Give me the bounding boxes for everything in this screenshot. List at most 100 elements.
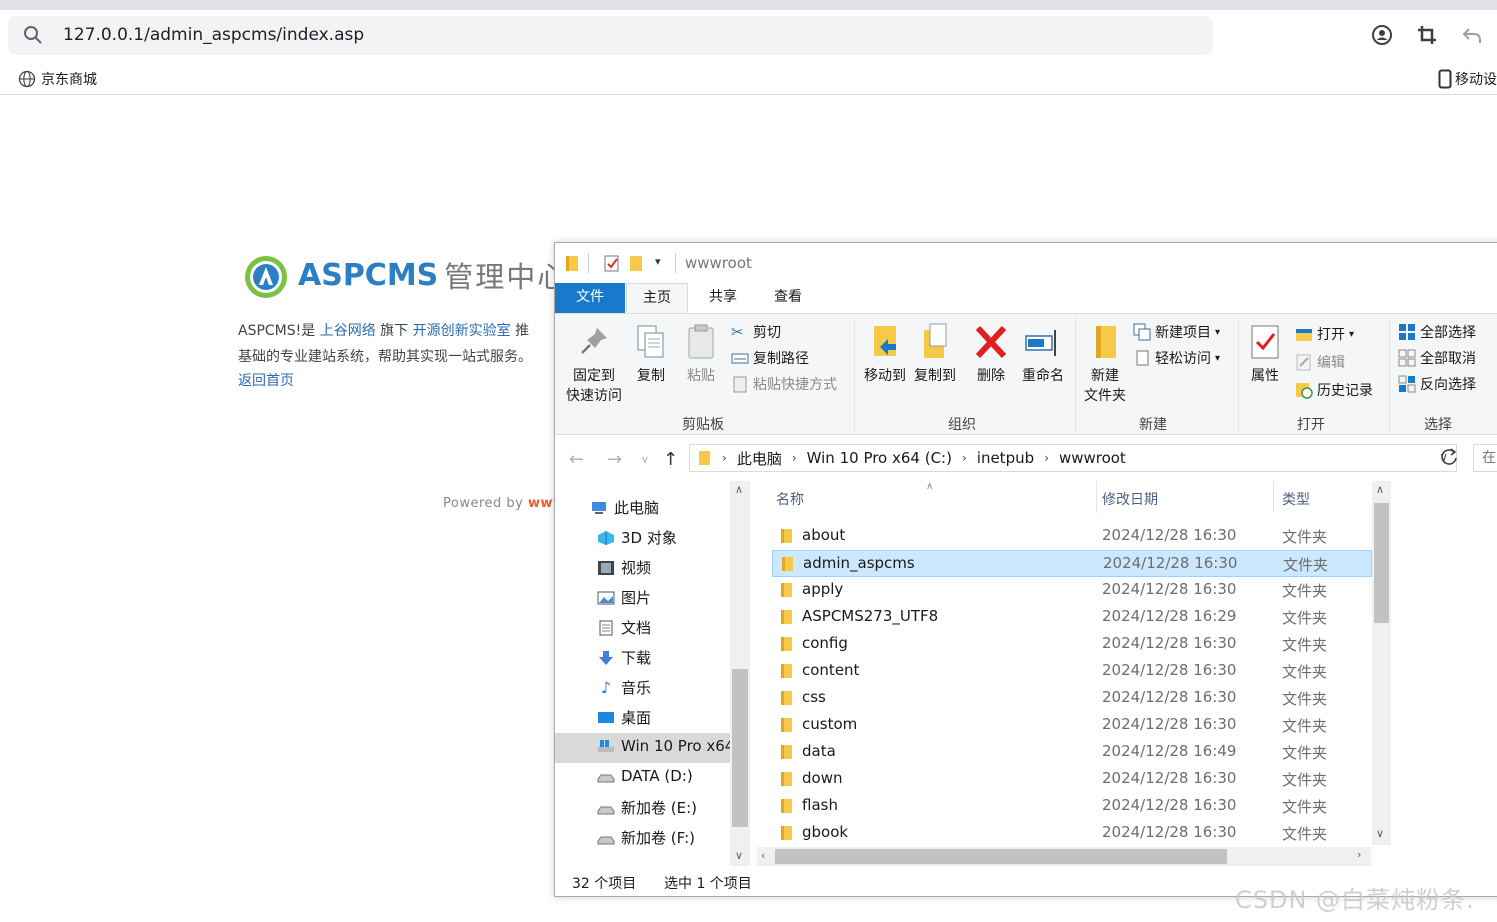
open-button[interactable]: 打开 ▾ [1295,324,1354,344]
copy-button[interactable]: 复制 [631,322,671,386]
refresh-icon[interactable] [1438,446,1460,468]
properties-quick-icon[interactable] [603,253,621,273]
nav-item-drive-e[interactable]: 新加卷 (E:) [597,797,697,818]
file-list-hscrollbar[interactable]: ‹ › [757,847,1371,866]
bookmark-jd[interactable]: 京东商城 [18,69,97,89]
mobile-bookmarks[interactable]: 移动设 [1438,69,1497,89]
folder-icon [781,826,792,840]
scissors-icon: ✂ [731,323,744,341]
easy-access-button[interactable]: 轻松访问 ▾ [1133,348,1220,368]
file-date: 2024/12/28 16:30 [1102,796,1237,814]
file-row[interactable]: data 2024/12/28 16:49 文件夹 [772,739,1372,766]
new-item-label: 新建项目 [1155,325,1211,341]
file-row[interactable]: config 2024/12/28 16:30 文件夹 [772,631,1372,658]
history-button[interactable]: 历史记录 [1295,380,1373,400]
intro-link-company[interactable]: 上谷网络 [320,323,376,339]
quick-access-dropdown-icon[interactable]: ▾ [655,255,661,268]
intro-link-lab[interactable]: 开源创新实验室 [413,323,511,339]
file-row[interactable]: ASPCMS273_UTF8 2024/12/28 16:29 文件夹 [772,604,1372,631]
url-text[interactable]: 127.0.0.1/admin_aspcms/index.asp [63,25,364,45]
recent-dropdown-icon[interactable]: ∨ [641,453,649,466]
nav-item-drive-c[interactable]: Win 10 Pro x64 [597,737,734,755]
nav-item-pictures[interactable]: 图片 [597,587,651,608]
file-type: 文件夹 [1282,717,1328,735]
nav-item-3d-objects[interactable]: 3D 对象 [597,527,677,548]
drive-icon [597,774,615,783]
nav-item-video[interactable]: 视频 [597,557,651,578]
pin-quick-access-button[interactable]: 固定到 快速访问 [563,322,625,406]
scroll-down-icon[interactable]: ∨ [1376,827,1384,840]
undo-icon[interactable] [1461,24,1483,46]
nav-item-music[interactable]: ♪ 音乐 [597,677,651,698]
scroll-down-icon[interactable]: ∨ [735,849,743,862]
column-header-type[interactable]: 类型 [1282,489,1310,509]
column-header-name[interactable]: 名称 [776,489,804,509]
column-header-date[interactable]: 修改日期 [1102,489,1158,509]
copy-path-button[interactable]: 复制路径 [731,348,809,368]
tab-file[interactable]: 文件 [555,283,625,313]
scrollbar-thumb[interactable] [1374,503,1389,623]
breadcrumb-this-pc[interactable]: 此电脑 [737,448,782,469]
new-folder-button[interactable]: 新建 文件夹 [1079,322,1131,406]
scroll-left-icon[interactable]: ‹ [761,849,765,862]
scrollbar-thumb[interactable] [775,849,1227,864]
select-all-button[interactable]: 全部选择 [1398,322,1476,342]
breadcrumb-inetpub[interactable]: inetpub [977,449,1034,467]
nav-item-desktop[interactable]: 桌面 [597,707,651,728]
edit-button[interactable]: 编辑 [1295,352,1345,372]
back-icon[interactable]: ← [569,449,584,470]
paste-label: 粘贴 [687,368,715,384]
properties-button[interactable]: 属性 [1245,322,1285,386]
nav-item-drive-d[interactable]: DATA (D:) [597,767,693,785]
crop-icon[interactable] [1416,24,1438,46]
scroll-right-icon[interactable]: › [1357,848,1361,861]
breadcrumb-drive-c[interactable]: Win 10 Pro x64 (C:) [807,449,952,467]
nav-item-downloads[interactable]: 下载 [597,647,651,668]
tab-share[interactable]: 共享 [693,283,753,313]
rename-button[interactable]: 重命名 [1018,322,1068,386]
invert-selection-button[interactable]: 反向选择 [1398,374,1476,394]
file-row[interactable]: apply 2024/12/28 16:30 文件夹 [772,577,1372,604]
file-row[interactable]: css 2024/12/28 16:30 文件夹 [772,685,1372,712]
tab-view[interactable]: 查看 [758,283,818,313]
file-row[interactable]: gbook 2024/12/28 16:30 文件夹 [772,820,1372,847]
selected-count: 选中 1 个项目 [664,876,752,892]
search-box[interactable]: 在 [1473,444,1497,472]
breadcrumb-wwwroot[interactable]: wwwroot [1059,449,1126,467]
file-row[interactable]: flash 2024/12/28 16:30 文件夹 [772,793,1372,820]
file-row[interactable]: content 2024/12/28 16:30 文件夹 [772,658,1372,685]
paste-shortcut-button[interactable]: 粘贴快捷方式 [731,374,837,394]
paste-button[interactable]: 粘贴 [681,322,721,386]
open-group-label: 打开 [1297,417,1325,433]
file-list-scrollbar[interactable]: ∧ ∨ [1372,481,1391,845]
column-separator[interactable] [1273,481,1274,513]
column-separator[interactable] [1096,481,1097,513]
delete-button[interactable]: 删除 [971,322,1011,386]
account-icon[interactable] [1371,24,1393,46]
nav-label: 下载 [621,649,652,667]
move-to-button[interactable]: 移动到 [858,322,912,386]
up-icon[interactable]: ↑ [663,449,678,470]
new-folder-quick-icon[interactable] [629,253,645,273]
scrollbar-thumb[interactable] [732,669,748,827]
nav-item-drive-f[interactable]: 新加卷 (F:) [597,827,695,848]
file-row[interactable]: custom 2024/12/28 16:30 文件夹 [772,712,1372,739]
nav-pane-scrollbar[interactable]: ∧ ∨ [730,481,750,866]
select-none-button[interactable]: 全部取消 [1398,348,1476,368]
file-row[interactable]: admin_aspcms 2024/12/28 16:30 文件夹 [772,550,1372,577]
file-row[interactable]: down 2024/12/28 16:30 文件夹 [772,766,1372,793]
tab-home[interactable]: 主页 [626,283,688,313]
file-row[interactable]: about 2024/12/28 16:30 文件夹 [772,523,1372,550]
nav-item-this-pc[interactable]: 此电脑 [590,497,659,518]
copy-to-button[interactable]: 复制到 [910,322,960,386]
address-bar[interactable]: 127.0.0.1/admin_aspcms/index.asp [8,16,1213,55]
cut-button[interactable]: ✂ 剪切 [731,322,781,342]
scroll-up-icon[interactable]: ∧ [735,483,743,496]
explorer-address-box[interactable]: › 此电脑 › Win 10 Pro x64 (C:) › inetpub › … [689,444,1457,472]
new-item-button[interactable]: 新建项目 ▾ [1133,322,1220,342]
return-home-link[interactable]: 返回首页 [238,370,294,390]
mobile-label: 移动设 [1455,72,1497,88]
scroll-up-icon[interactable]: ∧ [1376,483,1384,496]
forward-icon[interactable]: → [607,449,622,470]
nav-item-documents[interactable]: 文档 [597,617,651,638]
